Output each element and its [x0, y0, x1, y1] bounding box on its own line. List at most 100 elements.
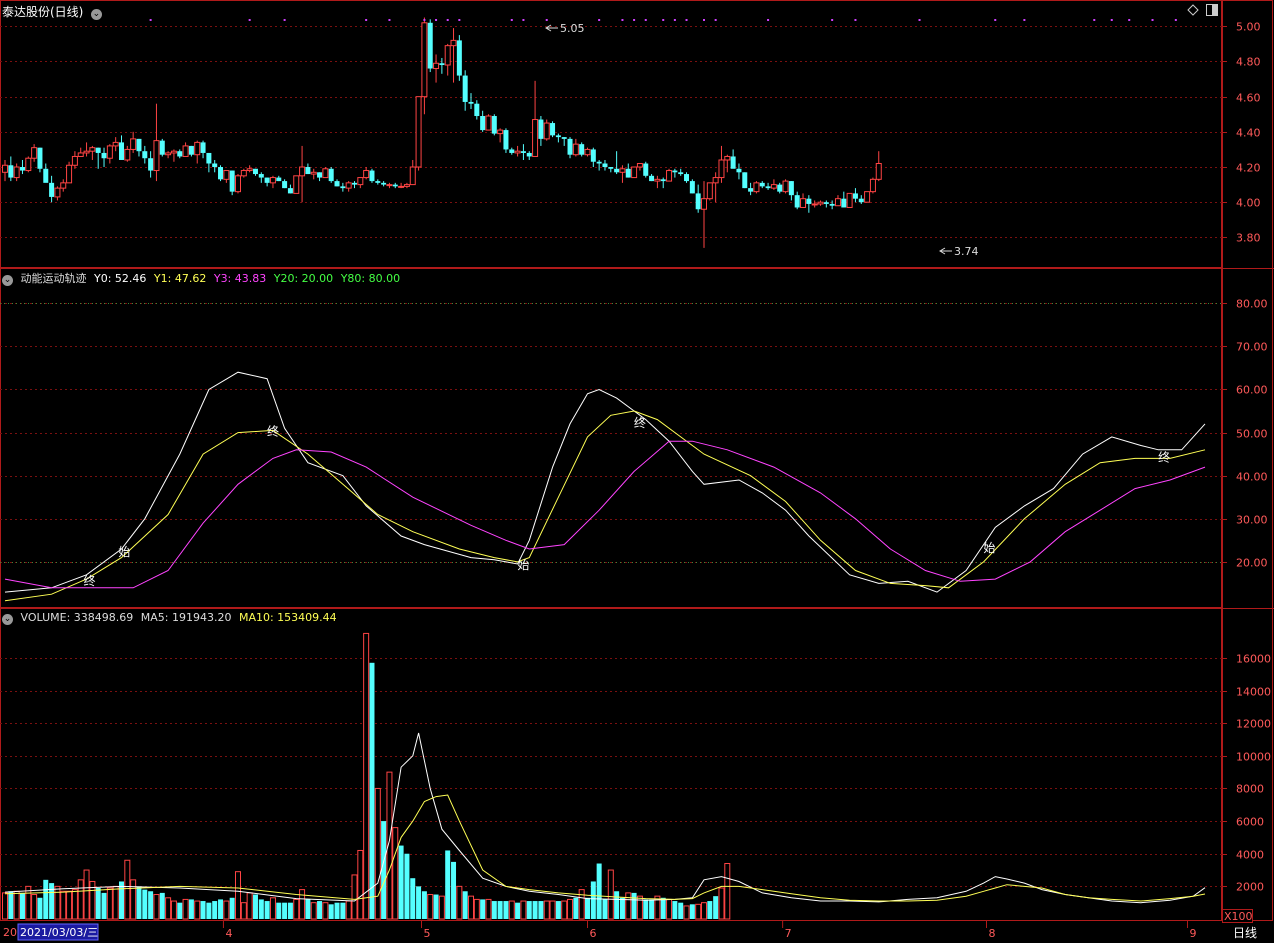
volume-bar [468, 895, 474, 920]
legend-ma5: MA5: 191943.20 [140, 611, 232, 624]
volume-bar [631, 892, 637, 919]
volume-bar [672, 901, 678, 919]
volume-bar [2, 892, 8, 920]
event-dot [149, 19, 152, 21]
event-dot [662, 19, 665, 21]
candle [322, 167, 329, 179]
event-dot [283, 19, 286, 21]
event-dot [1174, 19, 1177, 21]
price-tick-label: 3.80 [1236, 232, 1261, 245]
candle [753, 181, 760, 194]
volume-bar [206, 902, 212, 919]
volume-bar [357, 849, 364, 920]
volume-bar [508, 900, 515, 920]
event-dot [446, 19, 449, 21]
candle [66, 161, 73, 184]
volume-bar [718, 887, 725, 920]
volume-bar [351, 874, 358, 920]
volume-bar [392, 827, 399, 920]
month-label: 9 [1189, 927, 1196, 940]
volume-bar [246, 892, 253, 920]
volume-bar [695, 903, 702, 920]
event-dot [365, 19, 368, 21]
event-dot [598, 19, 601, 21]
volume-bar [515, 902, 521, 919]
event-dot [703, 19, 705, 21]
candle [159, 138, 165, 157]
volume-bar [328, 904, 334, 919]
price-tick-label: 5.00 [1236, 21, 1261, 34]
volume-bar [282, 902, 288, 919]
volume-bar [119, 881, 124, 919]
candle [782, 179, 789, 194]
date-prefix: 20 [3, 926, 17, 939]
candle [846, 192, 853, 208]
volume-tick-label: 4000 [1236, 849, 1264, 862]
volume-bar [549, 900, 556, 920]
price-tick-label: 4.40 [1236, 127, 1261, 140]
volume-bar [707, 901, 713, 919]
legend-volume: VOLUME: 338498.69 [20, 611, 134, 624]
volume-bar [322, 902, 329, 920]
period-label[interactable]: 日线 [1233, 926, 1257, 940]
volume-bar [159, 892, 165, 919]
volume-bar [462, 891, 468, 919]
volume-bar [363, 632, 370, 920]
svg-text:3.74: 3.74 [954, 245, 979, 258]
volume-bar [456, 885, 463, 920]
volume-bar [142, 889, 148, 919]
volume-bar [305, 899, 311, 919]
signal-marker: 终 [1158, 449, 1170, 464]
month-label: 7 [785, 927, 792, 940]
event-dot [831, 19, 834, 21]
candle [235, 174, 241, 194]
signal-marker: 始 [517, 558, 529, 572]
indicator-tick-label: 30.00 [1236, 514, 1268, 527]
volume-bar [240, 902, 247, 920]
candle [37, 147, 43, 173]
legend-y80: Y80: 80.00 [340, 272, 401, 285]
volume-unit-label: X100 [1224, 910, 1253, 923]
chevron-down-icon[interactable]: ⌄ [2, 275, 13, 286]
candle [218, 165, 224, 182]
event-dot [388, 19, 391, 21]
chevron-down-icon[interactable]: ⌄ [90, 9, 102, 20]
legend-y3: Y3: 43.83 [213, 272, 267, 285]
volume-bar [334, 902, 340, 919]
signal-marker: 始 [983, 541, 995, 555]
volume-bar [619, 897, 625, 919]
volume-bar [451, 861, 457, 919]
event-dot [644, 19, 647, 21]
volume-bar [374, 787, 381, 920]
volume-bar [340, 902, 346, 919]
candle [869, 177, 876, 194]
legend-y0: Y0: 52.46 [94, 272, 147, 285]
svg-text:5.05: 5.05 [560, 22, 585, 35]
event-dot [1110, 19, 1113, 21]
event-dot [1023, 19, 1026, 21]
event-dot [435, 19, 438, 21]
volume-bar [235, 871, 241, 920]
volume-bar [8, 891, 14, 919]
volume-bar [252, 894, 258, 919]
stock-title[interactable]: 泰达股份(日线) [2, 5, 83, 19]
candle [584, 147, 591, 157]
volume-bar [170, 900, 177, 920]
volume-bar [538, 901, 544, 919]
volume-bar [590, 881, 596, 919]
candle [543, 119, 550, 141]
volume-bar [398, 845, 404, 919]
volume-bar [666, 898, 673, 920]
volume-bar [683, 905, 690, 920]
price-header: 泰达股份(日线) ⌄ [2, 3, 106, 20]
candle [427, 19, 433, 73]
chevron-down-icon[interactable]: ⌄ [2, 614, 13, 625]
volume-bar [293, 898, 300, 920]
volume-bar [602, 899, 608, 919]
volume-tick-label: 14000 [1236, 686, 1271, 699]
month-label: 8 [989, 927, 996, 940]
volume-bar [182, 898, 189, 920]
volume-bar [200, 901, 206, 919]
volume-bar [421, 891, 427, 919]
candle [643, 161, 649, 178]
